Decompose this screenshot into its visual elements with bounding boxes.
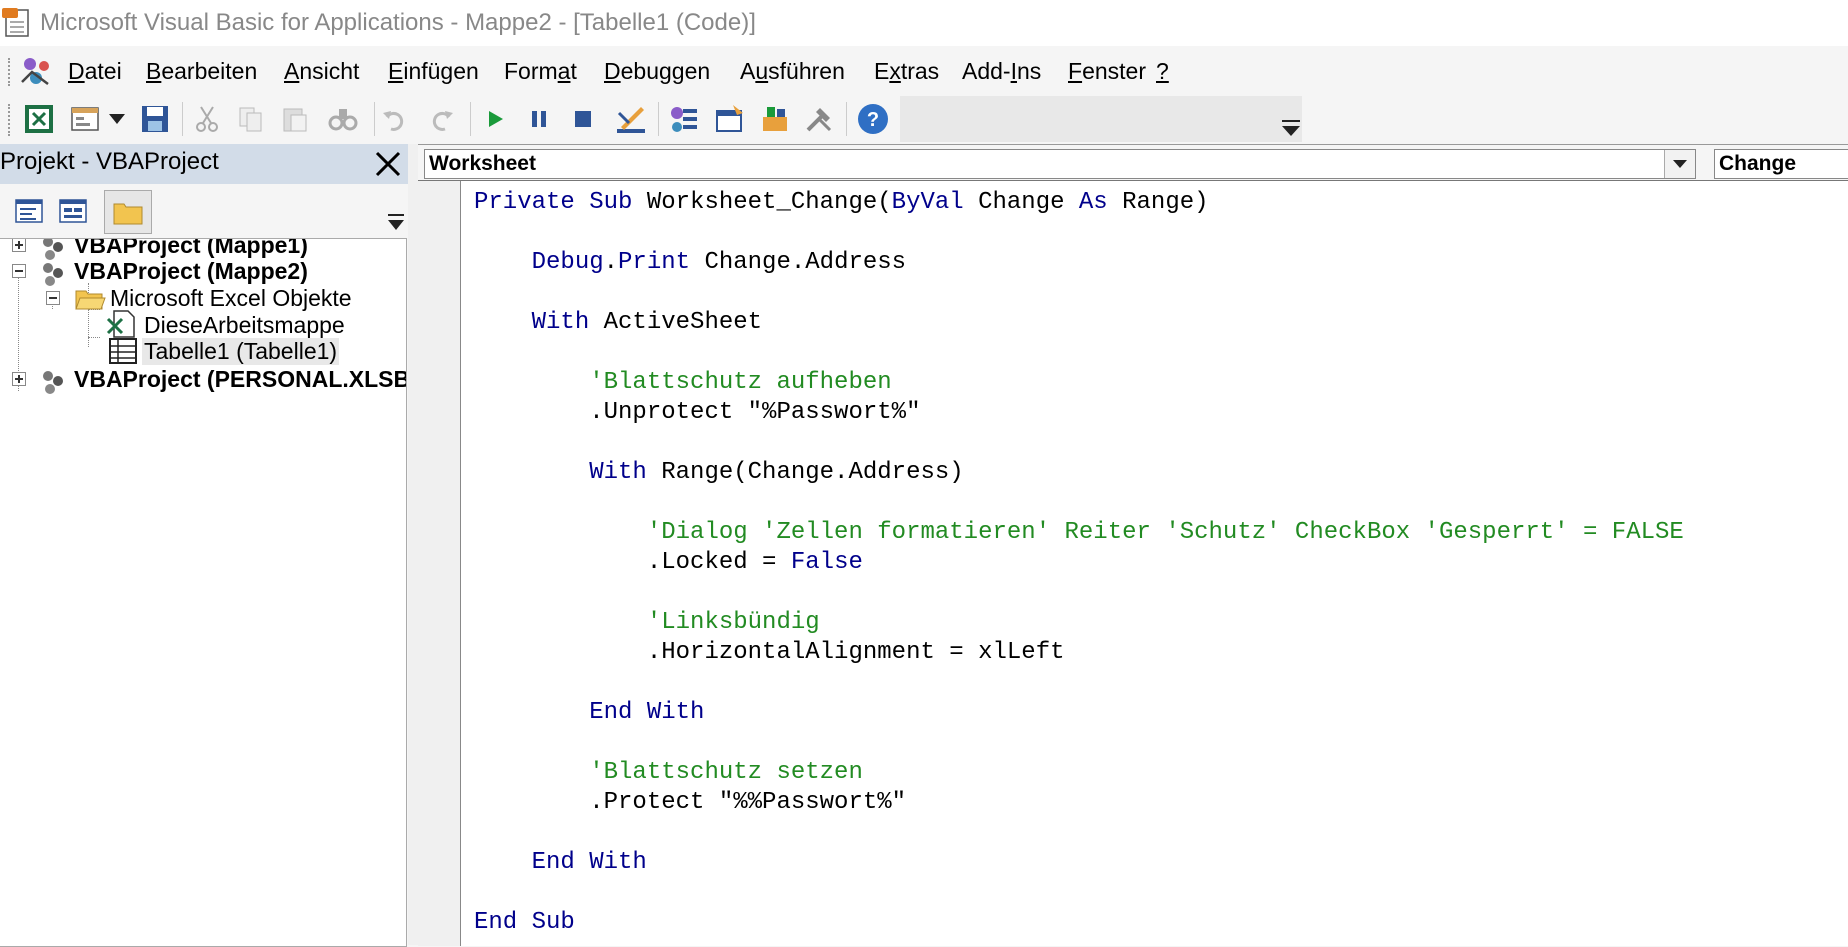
object-combobox[interactable]: Worksheet [424,149,1696,179]
pause-icon[interactable] [520,100,558,138]
code-line[interactable]: 'Linksbündig [474,609,820,636]
code-line[interactable]: End Sub [474,909,575,936]
insert-userform-icon[interactable] [66,100,104,138]
code-line[interactable]: 'Dialog 'Zellen formatieren' Reiter 'Sch… [474,519,1684,546]
tree-node-excel-objects[interactable]: Microsoft Excel Objekte [110,285,352,312]
view-excel-icon[interactable] [20,100,58,138]
workbook-icon [106,310,135,338]
code-line[interactable]: .Unprotect "%Passwort%" [474,399,920,426]
project-explorer-title: Projekt - VBAProject [0,148,219,175]
vbaproject-icon [43,263,63,286]
project-explorer-icon[interactable] [664,100,702,138]
toolbox-icon[interactable] [800,100,838,138]
code-margin[interactable] [418,181,461,946]
project-explorer-toolbar [0,184,408,238]
toolbar-grip[interactable] [8,104,14,136]
tree-node-diesearbeitsmappe[interactable]: DieseArbeitsmappe [144,312,345,339]
code-line[interactable]: With Range(Change.Address) [474,459,963,486]
vba-app-icon [2,8,29,37]
menu-item[interactable]: Add-Ins [962,58,1041,85]
collapse-icon[interactable] [46,291,60,305]
menu-item[interactable]: Extras [874,58,939,85]
insert-dropdown-icon[interactable] [104,100,130,138]
project-toolbar-options-icon[interactable] [386,192,406,236]
menu-item[interactable]: Datei [68,58,122,85]
tree-node-vbaproject-mappe1[interactable]: VBAProject (Mappe1) [74,239,308,259]
run-icon[interactable] [476,100,514,138]
code-line[interactable]: 'Blattschutz aufheben [474,369,891,396]
menu-item[interactable]: Ansicht [284,58,359,85]
title-bar: Microsoft Visual Basic for Applications … [0,0,1848,46]
code-editor[interactable]: Private Sub Worksheet_Change(ByVal Chang… [418,180,1848,946]
project-explorer-header: Projekt - VBAProject [0,144,408,184]
cut-icon [188,100,226,138]
design-mode-icon[interactable] [612,100,650,138]
code-line[interactable]: .HorizontalAlignment = xlLeft [474,639,1065,666]
code-line[interactable]: .Protect "%%Passwort%" [474,789,906,816]
paste-icon [276,100,314,138]
code-line[interactable]: End With [474,849,647,876]
code-line[interactable]: Private Sub Worksheet_Change(ByVal Chang… [474,189,1209,216]
code-line[interactable]: .Locked = False [474,549,863,576]
standard-toolbar: ? [0,96,1848,144]
view-code-icon[interactable] [10,192,48,230]
toolbar-empty-area [900,96,1302,142]
toolbar-options-icon[interactable] [1280,116,1302,142]
menu-bar: Datei Bearbeiten Ansicht Einfügen Format Debu… [0,46,1848,96]
close-icon[interactable] [368,144,408,184]
menu-item[interactable]: Format [504,58,577,85]
code-line[interactable]: End With [474,699,704,726]
object-combobox-value: Worksheet [429,152,536,175]
menu-grip[interactable] [8,58,14,86]
folder-open-icon [75,290,106,310]
tree-node-vbaproject-mappe2[interactable]: VBAProject (Mappe2) [74,258,308,285]
svg-text:?: ? [867,109,879,131]
menu-item[interactable]: Fenster [1068,58,1146,85]
object-browser-icon[interactable] [756,100,794,138]
code-line[interactable]: Debug.Print Change.Address [474,249,906,276]
expand-icon[interactable] [12,239,26,252]
menu-item[interactable]: Bearbeiten [146,58,257,85]
vba-system-menu-icon[interactable] [18,52,56,90]
panel-splitter[interactable] [408,144,418,945]
stop-icon[interactable] [564,100,602,138]
code-line[interactable]: With ActiveSheet [474,309,762,336]
procedure-combobox-value: Change [1719,152,1797,175]
properties-window-icon[interactable] [710,100,748,138]
worksheet-icon [109,338,137,364]
menu-item[interactable]: Einfügen [388,58,479,85]
menu-item[interactable]: ? [1156,58,1169,85]
find-icon [324,100,362,138]
tree-node-tabelle1[interactable]: Tabelle1 (Tabelle1) [142,338,340,365]
code-window-combobar: Worksheet Change [418,144,1848,181]
view-object-icon[interactable] [54,192,92,230]
code-line[interactable]: 'Blattschutz setzen [474,759,863,786]
help-icon[interactable]: ? [854,100,892,138]
tree-node-vbaproject-personal[interactable]: VBAProject (PERSONAL.XLSB) [74,366,406,393]
vbaproject-icon [43,371,63,394]
chevron-down-icon[interactable] [1664,150,1695,178]
window-title: Microsoft Visual Basic for Applications … [40,9,756,36]
redo-icon [422,100,460,138]
procedure-combobox[interactable]: Change [1714,149,1848,179]
collapse-icon[interactable] [12,264,26,278]
copy-icon [232,100,270,138]
toggle-folders-icon[interactable] [104,190,152,234]
expand-icon[interactable] [12,372,26,386]
project-tree: VBAProject (Mappe1) VBAProject (Mappe2) … [0,238,407,947]
undo-icon [376,100,414,138]
menu-item[interactable]: Ausführen [740,58,845,85]
menu-item[interactable]: Debuggen [604,58,710,85]
save-icon[interactable] [136,100,174,138]
